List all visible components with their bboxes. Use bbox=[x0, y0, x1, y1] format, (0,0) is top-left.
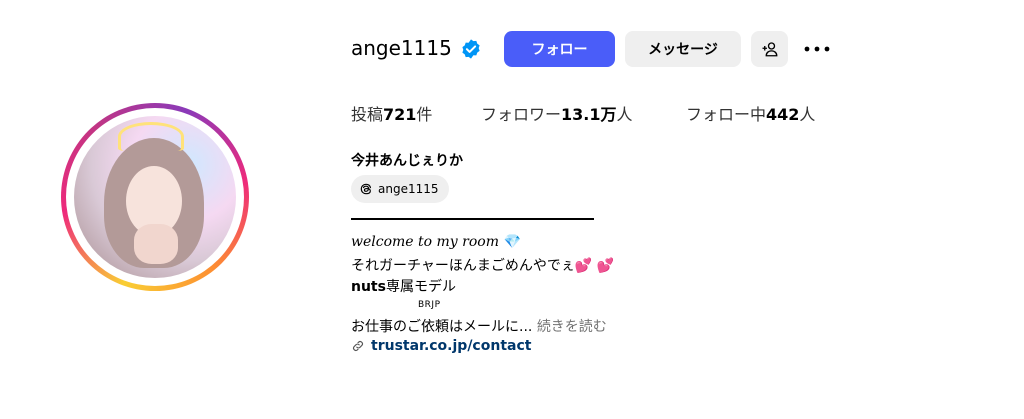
avatar-neon-light bbox=[118, 122, 184, 151]
avatar-border bbox=[66, 108, 244, 286]
bio-line-3: nuts専属モデル bbox=[351, 279, 456, 295]
username: ange1115 bbox=[351, 36, 452, 60]
following-count[interactable]: フォロー中442人 bbox=[686, 101, 815, 125]
threads-icon bbox=[360, 183, 372, 195]
full-name: 今井あんじぇりか bbox=[351, 153, 463, 169]
bio-small-tag: BRJP bbox=[418, 300, 441, 310]
avatar-hands bbox=[134, 224, 178, 264]
read-more-link[interactable]: 続きを読む bbox=[537, 319, 607, 335]
bio-line-2: それガーチャーほんまごめんやでぇ💕 💕 bbox=[351, 258, 615, 274]
threads-badge[interactable]: ange1115 bbox=[351, 175, 449, 203]
add-person-icon bbox=[762, 42, 777, 57]
bio-divider bbox=[351, 218, 594, 220]
link-icon bbox=[353, 341, 363, 351]
follow-button[interactable]: フォロー bbox=[504, 31, 615, 67]
bio-line-4: お仕事のご依頼はメールに... 続きを読む bbox=[351, 319, 607, 335]
profile-link[interactable]: trustar.co.jp/contact bbox=[351, 338, 531, 354]
story-ring[interactable] bbox=[61, 103, 249, 291]
threads-handle: ange1115 bbox=[378, 182, 439, 196]
message-button[interactable]: メッセージ bbox=[625, 31, 741, 67]
followers-count[interactable]: フォロワー13.1万人 bbox=[481, 101, 633, 125]
more-options-icon[interactable] bbox=[804, 44, 830, 54]
suggested-accounts-button[interactable] bbox=[751, 31, 788, 67]
bio-line-1: welcome to my room 💎 bbox=[351, 234, 521, 250]
profile-link-text[interactable]: trustar.co.jp/contact bbox=[371, 338, 531, 354]
avatar[interactable] bbox=[74, 116, 236, 278]
posts-count: 投稿721件 bbox=[351, 105, 433, 124]
verified-badge-icon bbox=[462, 39, 480, 59]
